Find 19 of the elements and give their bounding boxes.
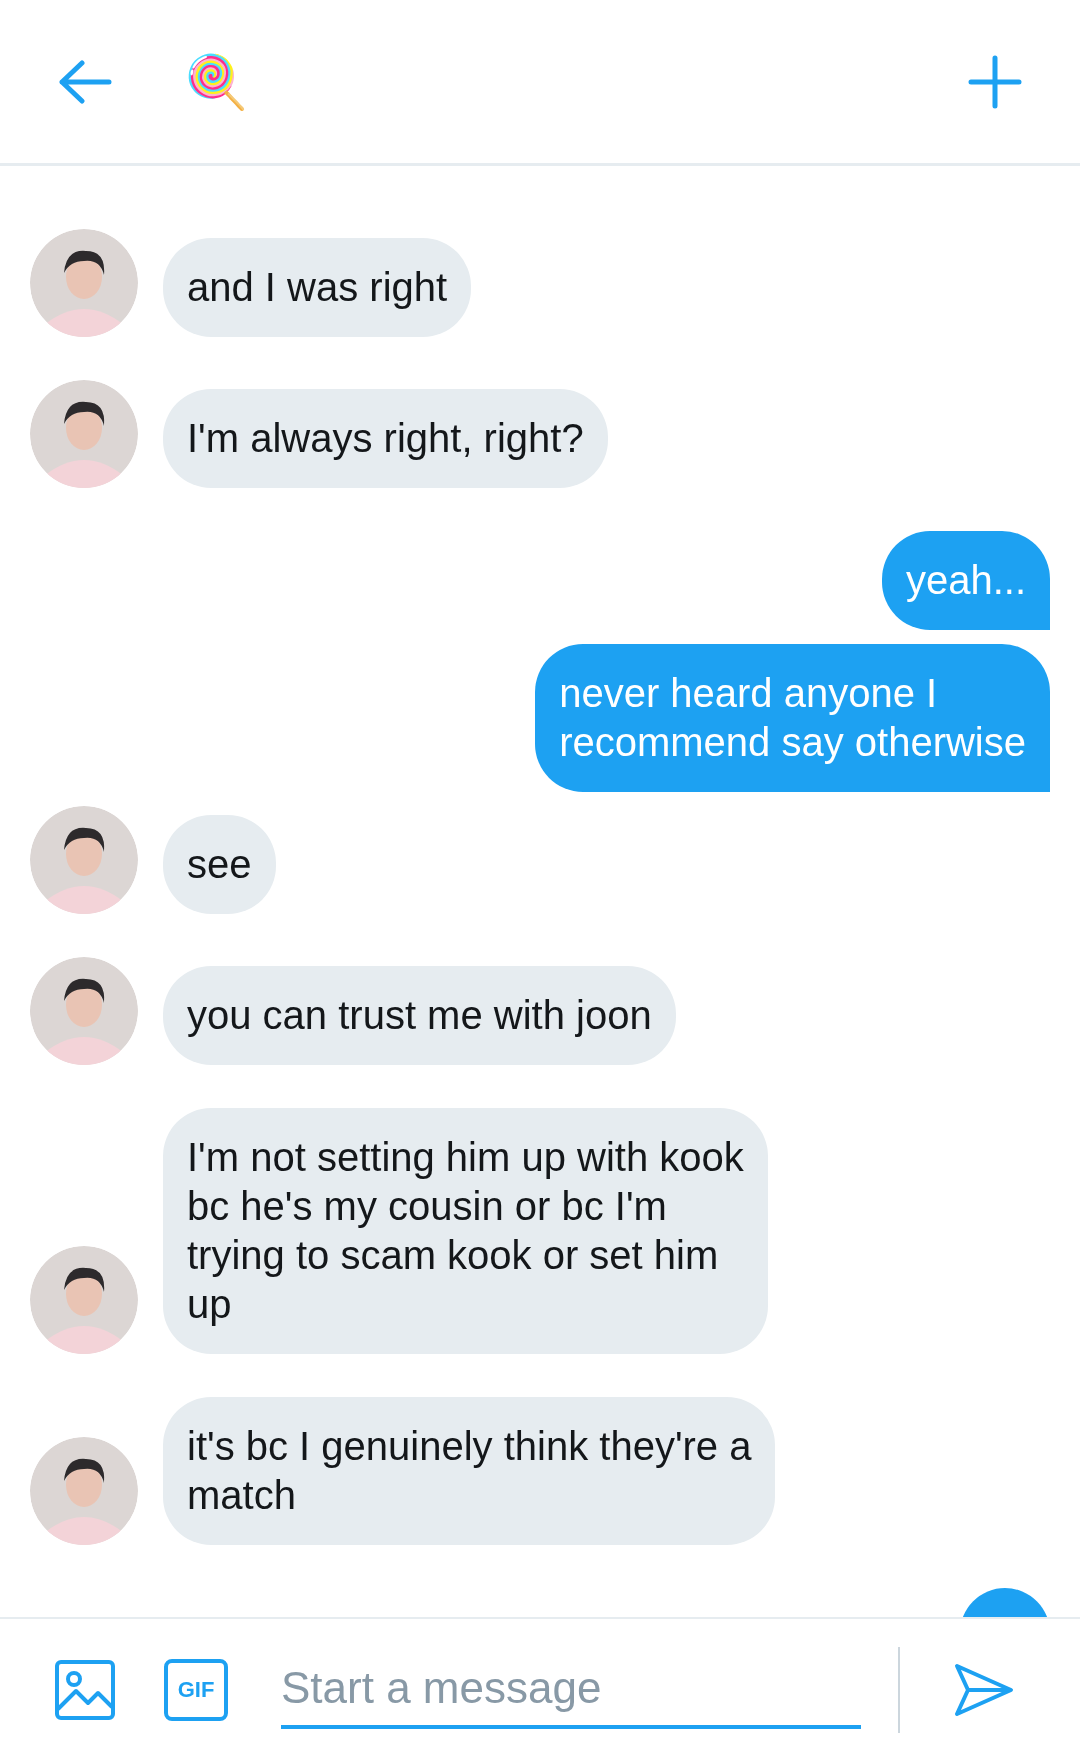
avatar[interactable] xyxy=(30,1437,138,1545)
message-bubble: and I was right xyxy=(163,238,472,337)
message-bubble: I'm always right, right? xyxy=(163,389,608,488)
message-bubble: yeah... xyxy=(881,531,1050,630)
avatar[interactable] xyxy=(30,229,138,337)
message-bubble: it's bc I genuinely think they're a match xyxy=(163,1397,776,1545)
plus-icon[interactable] xyxy=(968,54,1022,109)
avatar[interactable] xyxy=(30,1246,138,1354)
gif-button[interactable]: GIF xyxy=(164,1658,228,1721)
message-bubble: never heard anyone I recommend say otherwise xyxy=(535,644,1050,792)
avatar[interactable] xyxy=(30,380,138,488)
message-bubble: you can trust me with joon xyxy=(163,966,676,1065)
back-icon[interactable] xyxy=(58,59,112,104)
avatar[interactable] xyxy=(30,806,138,914)
message-bubble: I'm not setting him up with kook bc he's my cousin or bc I'm trying to scam kook or set him up xyxy=(163,1108,768,1354)
image-icon[interactable] xyxy=(54,1658,116,1721)
send-icon[interactable] xyxy=(954,1661,1014,1718)
message-bubble: see xyxy=(163,815,276,914)
avatar[interactable] xyxy=(30,957,138,1065)
